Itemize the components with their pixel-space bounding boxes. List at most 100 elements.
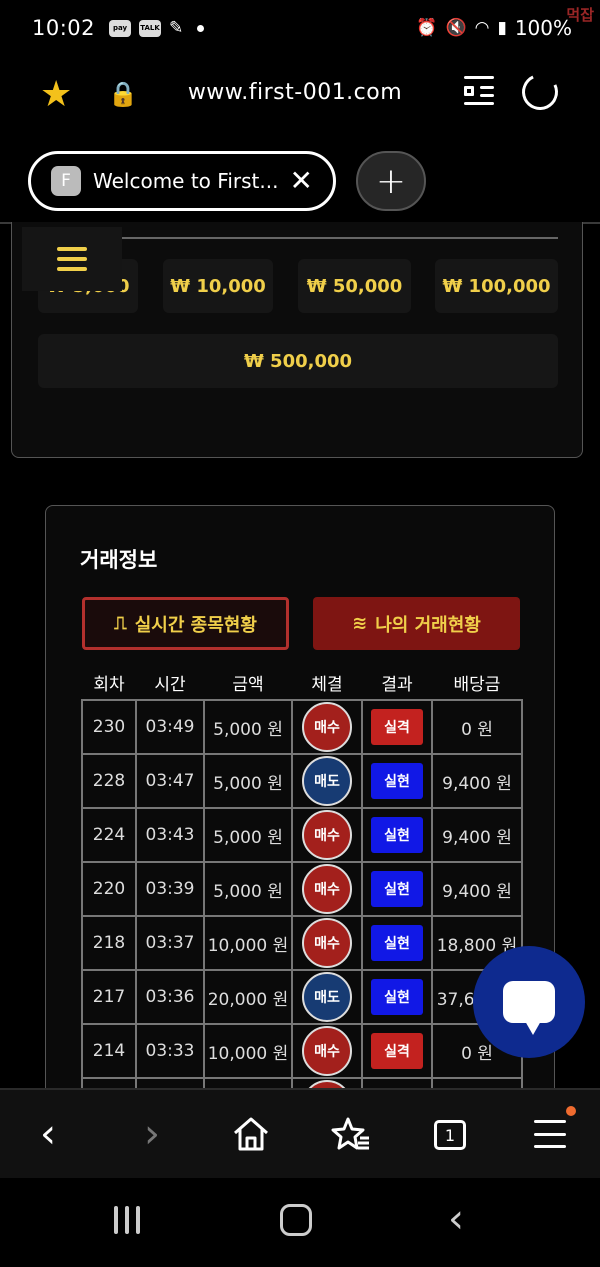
table-row: 218 03:37 10,000 원 매수 실현 18,800 원 bbox=[81, 915, 523, 971]
cell-amount: 5,000 원 bbox=[203, 753, 293, 809]
tab-live-label: 실시간 종목현황 bbox=[134, 614, 257, 636]
header-round: 회차 bbox=[93, 675, 125, 695]
header-amount: 금액 bbox=[232, 675, 264, 695]
talk-app-icon: TALK bbox=[139, 19, 162, 37]
cell-round: 228 bbox=[81, 753, 137, 809]
close-tab-icon[interactable]: ✕ bbox=[290, 165, 313, 197]
win-badge: 실현 bbox=[371, 979, 423, 1015]
cell-round bbox=[81, 1077, 137, 1088]
cell-result: 실격 bbox=[361, 699, 433, 755]
amount-500000-button[interactable]: ₩ 500,000 bbox=[38, 334, 558, 388]
menu-icon[interactable] bbox=[534, 1120, 566, 1148]
cell-time: 03:49 bbox=[135, 699, 205, 755]
buy-badge: 매수 bbox=[302, 1026, 352, 1076]
favicon-icon: F bbox=[51, 166, 81, 196]
cell-side: 매수 bbox=[291, 1023, 363, 1079]
tab-strip: F Welcome to First... ✕ + bbox=[0, 140, 600, 220]
cell-amount: 10,000 원 bbox=[203, 915, 293, 971]
signal-icon: ▮ bbox=[497, 18, 507, 38]
pulse-icon: ⎍ bbox=[114, 613, 127, 634]
cell-side: 매수 bbox=[291, 699, 363, 755]
cell-time: 03:47 bbox=[135, 753, 205, 809]
cell-side: 매도 bbox=[291, 969, 363, 1025]
chat-icon bbox=[503, 981, 555, 1035]
cell-amount bbox=[203, 1077, 293, 1088]
browser-bottom-toolbar: ‹ › 1 bbox=[0, 1088, 600, 1178]
cell-time: 03:39 bbox=[135, 861, 205, 917]
browser-toolbar: ★ 🔒 www.first-001.com bbox=[0, 56, 600, 136]
nav-back-icon[interactable]: ‹ bbox=[448, 1196, 464, 1242]
cell-payout: 0 원 bbox=[431, 699, 523, 755]
pen-icon: ✎ bbox=[169, 18, 184, 38]
amount-10000-button[interactable]: ₩ 10,000 bbox=[163, 259, 273, 313]
header-side: 체결 bbox=[311, 675, 343, 695]
recent-apps-icon[interactable] bbox=[114, 1206, 140, 1234]
pay-app-icon: pay bbox=[109, 19, 132, 37]
cell-payout: 9,400 원 bbox=[431, 753, 523, 809]
buy-badge: 매수 bbox=[302, 810, 352, 860]
cell-result: 실현 bbox=[361, 861, 433, 917]
header-payout: 배당금 bbox=[453, 675, 501, 695]
cell-result: 실현 bbox=[361, 807, 433, 863]
mute-icon: 🔇 bbox=[445, 18, 467, 38]
forward-icon[interactable]: › bbox=[132, 1112, 172, 1156]
cell-round: 214 bbox=[81, 1023, 137, 1079]
hamburger-menu-icon[interactable] bbox=[22, 227, 122, 291]
header-result: 결과 bbox=[381, 675, 413, 695]
bookmarks-star-icon[interactable] bbox=[331, 1116, 371, 1154]
cell-side: 매수 bbox=[291, 915, 363, 971]
tab-welcome[interactable]: F Welcome to First... ✕ bbox=[28, 151, 336, 211]
status-bar: 10:02 pay TALK ✎ ⏰ 🔇 ◠ ▮ 100% 먹잡 bbox=[0, 0, 600, 56]
cell-amount: 5,000 원 bbox=[203, 807, 293, 863]
watermark-logo: 먹잡 bbox=[566, 6, 594, 24]
url-bar[interactable]: www.first-001.com bbox=[0, 80, 590, 105]
buy-badge: 매수 bbox=[302, 918, 352, 968]
win-badge: 실현 bbox=[371, 871, 423, 907]
cell-round: 220 bbox=[81, 861, 137, 917]
reader-mode-icon[interactable] bbox=[464, 74, 494, 106]
battery-level: 100% bbox=[514, 16, 572, 40]
cell-side: 매수 bbox=[291, 861, 363, 917]
cell-round: 218 bbox=[81, 915, 137, 971]
cell-amount: 10,000 원 bbox=[203, 1023, 293, 1079]
cell-time: 03:37 bbox=[135, 915, 205, 971]
buy-badge: 매수 bbox=[302, 702, 352, 752]
tab-live-status[interactable]: ⎍ 실시간 종목현황 bbox=[82, 597, 289, 650]
tabs-count-button[interactable]: 1 bbox=[434, 1120, 466, 1150]
home-icon[interactable] bbox=[232, 1116, 270, 1152]
status-time: 10:02 bbox=[32, 16, 96, 40]
cell-result: 실현 bbox=[361, 969, 433, 1025]
android-nav-bar: ‹ bbox=[0, 1178, 600, 1267]
cell-payout: 9,400 원 bbox=[431, 861, 523, 917]
back-icon[interactable]: ‹ bbox=[28, 1112, 68, 1156]
cell-result: 실격 bbox=[361, 1023, 433, 1079]
new-tab-button[interactable]: + bbox=[356, 151, 426, 211]
cell-payout bbox=[431, 1077, 523, 1088]
live-chat-button[interactable] bbox=[473, 946, 585, 1058]
buy-badge: 매수 bbox=[302, 1080, 352, 1088]
reload-icon[interactable] bbox=[516, 68, 564, 116]
win-badge: 실현 bbox=[371, 925, 423, 961]
cell-time: 03:33 bbox=[135, 1023, 205, 1079]
table-row: 217 03:36 20,000 원 매도 실현 37,600 원 bbox=[81, 969, 523, 1025]
amount-100000-button[interactable]: ₩ 100,000 bbox=[435, 259, 558, 313]
cell-side: 매수 bbox=[291, 807, 363, 863]
table-row: 214 03:33 10,000 원 매수 실격 0 원 bbox=[81, 1023, 523, 1079]
cell-round: 217 bbox=[81, 969, 137, 1025]
table-row: 220 03:39 5,000 원 매수 실현 9,400 원 bbox=[81, 861, 523, 917]
wave-icon: ≋ bbox=[352, 613, 368, 634]
tab-title: Welcome to First... bbox=[93, 169, 279, 193]
buy-badge: 매수 bbox=[302, 864, 352, 914]
cell-payout: 9,400 원 bbox=[431, 807, 523, 863]
cell-amount: 5,000 원 bbox=[203, 861, 293, 917]
amount-panel: ₩ 5,000 ₩ 10,000 ₩ 50,000 ₩ 100,000 ₩ 50… bbox=[11, 222, 583, 458]
nav-home-icon[interactable] bbox=[280, 1204, 312, 1236]
sell-badge: 매도 bbox=[302, 972, 352, 1022]
wifi-icon: ◠ bbox=[474, 18, 490, 38]
tab-my-trades[interactable]: ≋ 나의 거래현황 bbox=[313, 597, 520, 650]
amount-50000-button[interactable]: ₩ 50,000 bbox=[298, 259, 411, 313]
table-row: 224 03:43 5,000 원 매수 실현 9,400 원 bbox=[81, 807, 523, 863]
table-header-row: 회차 시간 금액 체결 결과 배당금 bbox=[82, 666, 522, 700]
cell-time: 03:43 bbox=[135, 807, 205, 863]
trade-table: 회차 시간 금액 체결 결과 배당금 230 03:49 5,000 원 매수 … bbox=[81, 666, 523, 1088]
